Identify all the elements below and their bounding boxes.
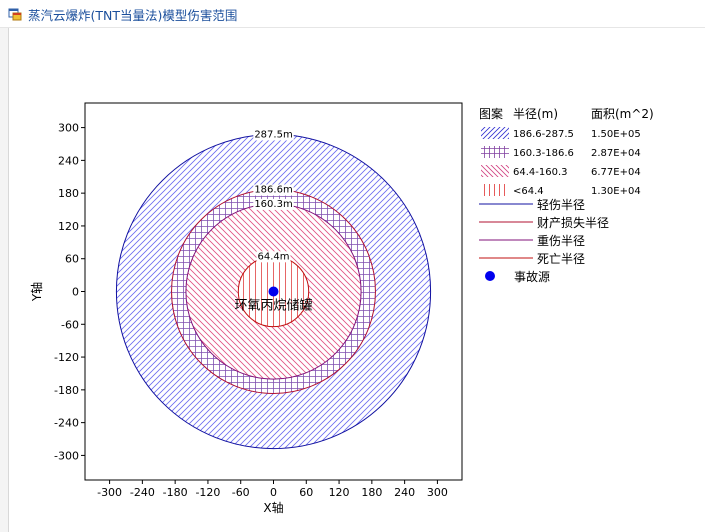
accident-source-label: 环氧丙烷储罐 (234, 299, 312, 314)
y-tick-label: 240 (58, 154, 79, 167)
legend-source-marker (485, 271, 495, 281)
legend-line-2: 重伤半径 (479, 234, 585, 248)
x-tick-label: 120 (329, 486, 350, 499)
y-tick-label: -180 (54, 384, 79, 397)
y-tick-label: -300 (54, 449, 79, 462)
circle-label-3: 64.4m (257, 251, 289, 262)
x-tick-label: 60 (299, 486, 313, 499)
x-tick-label: 180 (361, 486, 382, 499)
legend-radius-range: 160.3-186.6 (513, 148, 574, 159)
plot-area: 287.5m 186.6m 160.3m 64.4m 环氧丙烷储罐 -300 -240 -18… (29, 102, 463, 515)
legend: 图案 半径(m) 面积(m^2) 186.6-287.5 1.50E+05 160.3-1… (479, 106, 654, 284)
legend-swatch-diag-back (481, 165, 509, 177)
legend-swatch-grid (481, 146, 509, 158)
circle-label-1: 186.6m (254, 185, 292, 196)
damage-range-chart: 287.5m 186.6m 160.3m 64.4m 环氧丙烷储罐 -300 -240 -18… (29, 102, 654, 515)
chart-panel: 287.5m 186.6m 160.3m 64.4m 环氧丙烷储罐 -300 -240 -18… (8, 28, 705, 532)
legend-area-value: 1.50E+05 (591, 129, 641, 140)
legend-header-radius: 半径(m) (513, 107, 558, 121)
y-tick-label: -240 (54, 417, 79, 430)
legend-source-label: 事故源 (514, 269, 550, 284)
window-client-area: 287.5m 186.6m 160.3m 64.4m 环氧丙烷储罐 -300 -240 -18… (0, 28, 705, 532)
window-title: 蒸汽云爆炸(TNT当量法)模型伤害范围 (28, 8, 238, 23)
circle-label-2: 160.3m (254, 199, 292, 210)
legend-swatch-vertical (481, 184, 509, 196)
legend-line-label: 财产损失半径 (537, 215, 609, 230)
y-tick-label: -120 (54, 351, 79, 364)
x-tick-label: -300 (97, 486, 122, 499)
legend-line-label: 重伤半径 (537, 234, 585, 248)
legend-area-value: 1.30E+04 (591, 186, 641, 197)
legend-swatch-diag-forward (481, 127, 509, 139)
legend-row-2: 64.4-160.3 6.77E+04 (481, 165, 641, 178)
x-axis-label: X轴 (263, 500, 283, 515)
x-tick-label: -240 (130, 486, 155, 499)
y-tick-label: 120 (58, 220, 79, 233)
legend-row-1: 160.3-186.6 2.87E+04 (481, 146, 641, 159)
legend-line-label: 轻伤半径 (537, 198, 585, 212)
x-tick-label: 300 (427, 486, 448, 499)
y-tick-label: 0 (72, 286, 79, 299)
y-tick-label: -60 (61, 318, 79, 331)
circle-label-0: 287.5m (254, 129, 292, 140)
title-bar: 蒸汽云爆炸(TNT当量法)模型伤害范围 (0, 0, 705, 28)
legend-line-0: 轻伤半径 (479, 198, 585, 212)
y-tick-label: 300 (58, 122, 79, 135)
x-tick-label: 240 (394, 486, 415, 499)
accident-source-point (268, 286, 279, 297)
app-window-icon (8, 8, 22, 21)
legend-line-3: 死亡半径 (479, 252, 585, 266)
x-tick-label: -180 (163, 486, 188, 499)
legend-header-area: 面积(m^2) (591, 107, 654, 121)
legend-header-pattern: 图案 (479, 106, 503, 121)
legend-line-1: 财产损失半径 (479, 215, 609, 230)
legend-radius-range: <64.4 (513, 186, 544, 197)
x-tick-label: -60 (232, 486, 250, 499)
legend-radius-range: 64.4-160.3 (513, 167, 568, 178)
legend-area-value: 6.77E+04 (591, 167, 641, 178)
legend-radius-range: 186.6-287.5 (513, 129, 574, 140)
y-tick-label: 60 (65, 253, 79, 266)
legend-area-value: 2.87E+04 (591, 148, 641, 159)
legend-row-0: 186.6-287.5 1.50E+05 (481, 127, 641, 140)
legend-line-label: 死亡半径 (537, 252, 585, 266)
y-tick-label: 180 (58, 187, 79, 200)
x-tick-label: 0 (270, 486, 277, 499)
y-axis-label: Y轴 (29, 282, 44, 302)
x-tick-label: -120 (195, 486, 220, 499)
legend-row-3: <64.4 1.30E+04 (481, 184, 641, 197)
